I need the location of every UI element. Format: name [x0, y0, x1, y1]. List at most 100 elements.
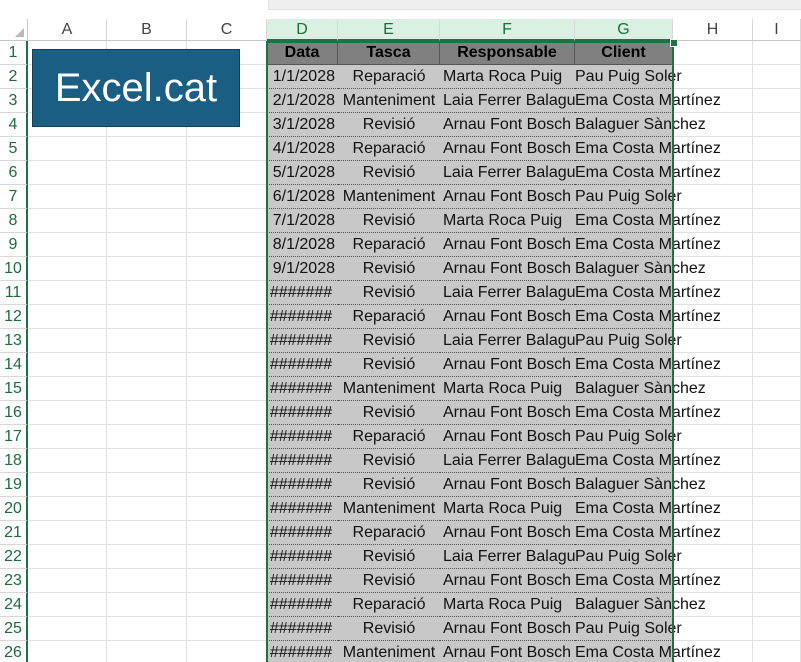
client-cell[interactable]: Ema Costa Martínez — [575, 641, 721, 662]
client-cell[interactable]: Ema Costa Martínez — [575, 209, 721, 233]
client-cell[interactable]: Balaguer Sànchez — [575, 377, 706, 401]
task-cell[interactable]: Reparació — [338, 233, 440, 257]
date-cell[interactable]: ####### — [267, 569, 338, 593]
row-header-20[interactable]: 20 — [0, 497, 28, 521]
responsible-cell[interactable]: Arnau Font Bosch — [440, 137, 575, 161]
task-cell[interactable]: Reparació — [338, 593, 440, 617]
responsible-cell[interactable]: Laia Ferrer Balaguer — [440, 449, 575, 473]
column-header-h[interactable]: H — [673, 19, 753, 41]
responsible-cell[interactable]: Laia Ferrer Balaguer — [440, 545, 575, 569]
row-header-14[interactable]: 14 — [0, 353, 28, 377]
date-cell[interactable]: ####### — [267, 425, 338, 449]
row-header-13[interactable]: 13 — [0, 329, 28, 353]
client-cell[interactable]: Ema Costa Martínez — [575, 521, 721, 545]
column-header-b[interactable]: B — [107, 19, 187, 41]
client-cell[interactable]: Balaguer Sànchez — [575, 593, 706, 617]
date-cell[interactable]: ####### — [267, 353, 338, 377]
table-header-client[interactable]: Client — [575, 41, 673, 65]
task-cell[interactable]: Revisió — [338, 257, 440, 281]
task-cell[interactable]: Manteniment — [338, 377, 440, 401]
responsible-cell[interactable]: Marta Roca Puig — [440, 593, 575, 617]
column-header-c[interactable]: C — [187, 19, 267, 41]
row-header-6[interactable]: 6 — [0, 161, 28, 185]
date-cell[interactable]: ####### — [267, 473, 338, 497]
responsible-cell[interactable]: Laia Ferrer Balaguer — [440, 161, 575, 185]
column-header-i[interactable]: I — [753, 19, 801, 41]
date-cell[interactable]: ####### — [267, 305, 338, 329]
client-cell[interactable]: Ema Costa Martínez — [575, 137, 721, 161]
date-cell[interactable]: 4/1/2028 — [267, 137, 338, 161]
table-header-task[interactable]: Tasca — [338, 41, 440, 65]
responsible-cell[interactable]: Arnau Font Bosch — [440, 305, 575, 329]
row-header-10[interactable]: 10 — [0, 257, 28, 281]
date-cell[interactable]: ####### — [267, 521, 338, 545]
row-header-8[interactable]: 8 — [0, 209, 28, 233]
task-cell[interactable]: Revisió — [338, 569, 440, 593]
task-cell[interactable]: Revisió — [338, 161, 440, 185]
client-cell[interactable]: Pau Puig Soler — [575, 65, 682, 89]
responsible-cell[interactable]: Laia Ferrer Balaguer — [440, 89, 575, 113]
row-header-19[interactable]: 19 — [0, 473, 28, 497]
date-cell[interactable]: ####### — [267, 401, 338, 425]
date-cell[interactable]: ####### — [267, 545, 338, 569]
responsible-cell[interactable]: Arnau Font Bosch — [440, 473, 575, 497]
date-cell[interactable]: 3/1/2028 — [267, 113, 338, 137]
responsible-cell[interactable]: Laia Ferrer Balaguer — [440, 329, 575, 353]
column-header-e[interactable]: E — [338, 19, 440, 41]
task-cell[interactable]: Reparació — [338, 305, 440, 329]
responsible-cell[interactable]: Arnau Font Bosch — [440, 641, 575, 662]
row-header-15[interactable]: 15 — [0, 377, 28, 401]
row-header-11[interactable]: 11 — [0, 281, 28, 305]
task-cell[interactable]: Revisió — [338, 401, 440, 425]
client-cell[interactable]: Balaguer Sànchez — [575, 113, 706, 137]
row-header-2[interactable]: 2 — [0, 65, 28, 89]
date-cell[interactable]: ####### — [267, 641, 338, 662]
client-cell[interactable]: Ema Costa Martínez — [575, 89, 721, 113]
task-cell[interactable]: Revisió — [338, 329, 440, 353]
row-header-5[interactable]: 5 — [0, 137, 28, 161]
responsible-cell[interactable]: Arnau Font Bosch — [440, 425, 575, 449]
client-cell[interactable]: Ema Costa Martínez — [575, 305, 721, 329]
task-cell[interactable]: Revisió — [338, 449, 440, 473]
responsible-cell[interactable]: Arnau Font Bosch — [440, 233, 575, 257]
date-cell[interactable]: ####### — [267, 329, 338, 353]
responsible-cell[interactable]: Arnau Font Bosch — [440, 569, 575, 593]
date-cell[interactable]: 1/1/2028 — [267, 65, 338, 89]
row-header-16[interactable]: 16 — [0, 401, 28, 425]
date-cell[interactable]: 6/1/2028 — [267, 185, 338, 209]
responsible-cell[interactable]: Arnau Font Bosch — [440, 521, 575, 545]
row-header-21[interactable]: 21 — [0, 521, 28, 545]
date-cell[interactable]: ####### — [267, 281, 338, 305]
row-header-18[interactable]: 18 — [0, 449, 28, 473]
task-cell[interactable]: Manteniment — [338, 497, 440, 521]
row-header-1[interactable]: 1 — [0, 41, 28, 65]
task-cell[interactable]: Reparació — [338, 65, 440, 89]
column-header-f[interactable]: F — [440, 19, 575, 41]
formula-bar[interactable] — [268, 0, 801, 10]
row-header-22[interactable]: 22 — [0, 545, 28, 569]
task-cell[interactable]: Manteniment — [338, 641, 440, 662]
responsible-cell[interactable]: Arnau Font Bosch — [440, 617, 575, 641]
responsible-cell[interactable]: Arnau Font Bosch — [440, 113, 575, 137]
row-header-4[interactable]: 4 — [0, 113, 28, 137]
date-cell[interactable]: 8/1/2028 — [267, 233, 338, 257]
row-header-7[interactable]: 7 — [0, 185, 28, 209]
table-header-date[interactable]: Data — [267, 41, 338, 65]
task-cell[interactable]: Revisió — [338, 473, 440, 497]
responsible-cell[interactable]: Arnau Font Bosch — [440, 353, 575, 377]
date-cell[interactable]: 7/1/2028 — [267, 209, 338, 233]
client-cell[interactable]: Pau Puig Soler — [575, 545, 682, 569]
responsible-cell[interactable]: Marta Roca Puig — [440, 377, 575, 401]
client-cell[interactable]: Ema Costa Martínez — [575, 497, 721, 521]
responsible-cell[interactable]: Arnau Font Bosch — [440, 185, 575, 209]
task-cell[interactable]: Revisió — [338, 113, 440, 137]
table-header-responsible[interactable]: Responsable — [440, 41, 575, 65]
task-cell[interactable]: Manteniment — [338, 185, 440, 209]
task-cell[interactable]: Reparació — [338, 521, 440, 545]
column-header-a[interactable]: A — [28, 19, 107, 41]
column-header-d[interactable]: D — [267, 19, 338, 41]
row-header-17[interactable]: 17 — [0, 425, 28, 449]
task-cell[interactable]: Revisió — [338, 353, 440, 377]
client-cell[interactable]: Ema Costa Martínez — [575, 401, 721, 425]
date-cell[interactable]: ####### — [267, 593, 338, 617]
